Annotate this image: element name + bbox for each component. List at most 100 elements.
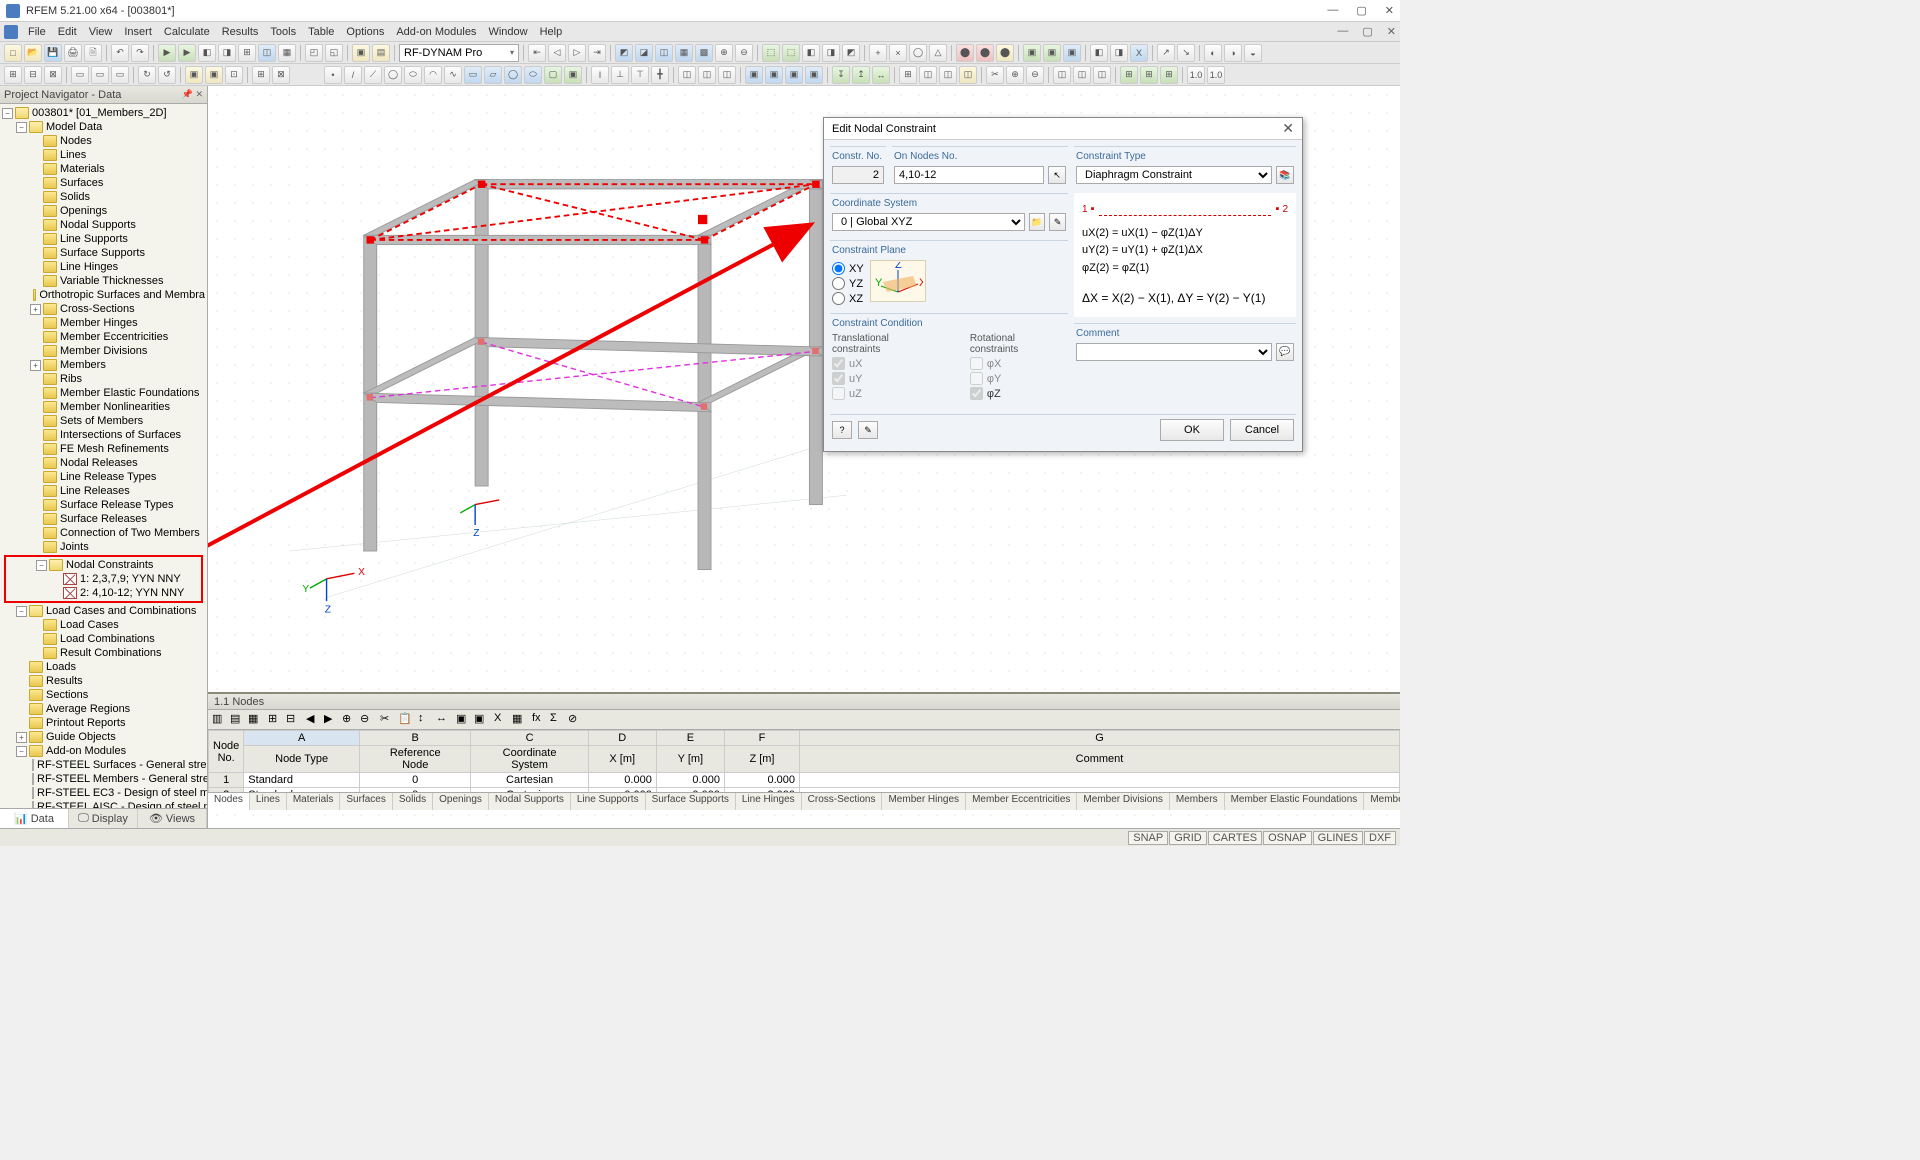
t7-icon[interactable]: ◱ xyxy=(325,44,343,62)
x9-icon[interactable]: ▱ xyxy=(484,66,502,84)
cancel-button[interactable]: Cancel xyxy=(1230,419,1294,441)
w12-icon[interactable]: ⊞ xyxy=(252,66,270,84)
table-tab-line-hinges[interactable]: Line Hinges xyxy=(736,793,802,810)
x32-icon[interactable]: ✂ xyxy=(986,66,1004,84)
x26-icon[interactable]: ↥ xyxy=(852,66,870,84)
v23-icon[interactable]: ◧ xyxy=(1090,44,1108,62)
tree-item-5[interactable]: Openings xyxy=(0,204,207,218)
comment-input[interactable] xyxy=(1076,343,1272,361)
status-osnap[interactable]: OSNAP xyxy=(1263,831,1312,845)
x8-icon[interactable]: ▭ xyxy=(464,66,482,84)
tree-nodal-constraints[interactable]: −Nodal Constraints xyxy=(6,558,201,572)
w2-icon[interactable]: ⊟ xyxy=(24,66,42,84)
table-tab-openings[interactable]: Openings xyxy=(433,793,489,810)
tree-lcc-1[interactable]: Load Combinations xyxy=(0,632,207,646)
x22-icon[interactable]: ▣ xyxy=(765,66,783,84)
calc-icon[interactable]: ▶ xyxy=(158,44,176,62)
tt10-icon[interactable]: ✂ xyxy=(380,712,396,728)
calc2-icon[interactable]: ▶ xyxy=(178,44,196,62)
menu-file[interactable]: File xyxy=(22,24,52,40)
details-icon[interactable]: ✎ xyxy=(858,421,878,439)
x17-icon[interactable]: ╋ xyxy=(651,66,669,84)
table-tab-materials[interactable]: Materials xyxy=(287,793,341,810)
tree-item-22[interactable]: FE Mesh Refinements xyxy=(0,442,207,456)
v29-icon[interactable]: ◒ xyxy=(1244,44,1262,62)
tt6-icon[interactable]: ◀ xyxy=(306,712,322,728)
pin-icon[interactable]: 📌 ✕ xyxy=(182,89,203,100)
tree-item-3[interactable]: Surfaces xyxy=(0,176,207,190)
table-tab-surfaces[interactable]: Surfaces xyxy=(340,793,392,810)
x40-icon[interactable]: ⊞ xyxy=(1160,66,1178,84)
tree-nc-1[interactable]: 1: 2,3,7,9; YYN NNY xyxy=(6,572,201,586)
v10-icon[interactable]: ◧ xyxy=(802,44,820,62)
w5-icon[interactable]: ▭ xyxy=(91,66,109,84)
new-icon[interactable]: □ xyxy=(4,44,22,62)
w9-icon[interactable]: ▣ xyxy=(185,66,203,84)
tree-item-16[interactable]: +Members xyxy=(0,358,207,372)
menu-options[interactable]: Options xyxy=(340,24,390,40)
tree-item-26[interactable]: Surface Release Types xyxy=(0,498,207,512)
tt17-icon[interactable]: fx xyxy=(532,712,548,728)
x21-icon[interactable]: ▣ xyxy=(745,66,763,84)
tree-after-5[interactable]: +Guide Objects xyxy=(0,730,207,744)
save-icon[interactable]: 💾 xyxy=(44,44,62,62)
table-tab-nodal-supports[interactable]: Nodal Supports xyxy=(489,793,571,810)
close-button[interactable]: ✕ xyxy=(1385,4,1394,17)
v15-icon[interactable]: ◯ xyxy=(909,44,927,62)
x15-icon[interactable]: ⊥ xyxy=(611,66,629,84)
menu-help[interactable]: Help xyxy=(534,24,569,40)
menu-tools[interactable]: Tools xyxy=(264,24,302,40)
maximize-button[interactable]: ▢ xyxy=(1356,4,1366,17)
t9-icon[interactable]: ▤ xyxy=(372,44,390,62)
table-tab-solids[interactable]: Solids xyxy=(393,793,433,810)
x10-icon[interactable]: ◯ xyxy=(504,66,522,84)
x19-icon[interactable]: ◫ xyxy=(698,66,716,84)
x29-icon[interactable]: ◫ xyxy=(919,66,937,84)
coord-new-icon[interactable]: 📁 xyxy=(1029,213,1046,231)
x36-icon[interactable]: ◫ xyxy=(1073,66,1091,84)
coord-sys-select[interactable]: 0 | Global XYZ xyxy=(832,213,1025,231)
v24-icon[interactable]: ◨ xyxy=(1110,44,1128,62)
nav-next-icon[interactable]: ▷ xyxy=(568,44,586,62)
t2-icon[interactable]: ◨ xyxy=(218,44,236,62)
tree-item-12[interactable]: +Cross-Sections xyxy=(0,302,207,316)
nav-prev-icon[interactable]: ◁ xyxy=(548,44,566,62)
tt7-icon[interactable]: ▶ xyxy=(324,712,340,728)
tt12-icon[interactable]: ↕ xyxy=(418,712,434,728)
table-tab-surface-supports[interactable]: Surface Supports xyxy=(646,793,736,810)
tt11-icon[interactable]: 📋 xyxy=(398,712,414,728)
minimize-button[interactable]: — xyxy=(1327,4,1338,17)
mdi-restore[interactable]: ▢ xyxy=(1362,25,1372,38)
tree-root[interactable]: −003801* [01_Members_2D] xyxy=(0,106,207,120)
v2-icon[interactable]: ◪ xyxy=(635,44,653,62)
v7-icon[interactable]: ⊖ xyxy=(735,44,753,62)
tree-lcc[interactable]: −Load Cases and Combinations xyxy=(0,604,207,618)
tree-item-28[interactable]: Connection of Two Members xyxy=(0,526,207,540)
tree-addon-3[interactable]: RF-STEEL AISC - Design of steel m xyxy=(0,800,207,808)
t8-icon[interactable]: ▣ xyxy=(352,44,370,62)
undo-icon[interactable]: ↶ xyxy=(111,44,129,62)
table-tab-members[interactable]: Members xyxy=(1170,793,1225,810)
v1-icon[interactable]: ◩ xyxy=(615,44,633,62)
t3-icon[interactable]: ⊞ xyxy=(238,44,256,62)
x12-icon[interactable]: ▢ xyxy=(544,66,562,84)
t4-icon[interactable]: ◫ xyxy=(258,44,276,62)
tt15-icon[interactable]: ▣ xyxy=(474,712,490,728)
tree-item-29[interactable]: Joints xyxy=(0,540,207,554)
comment-pick-icon[interactable]: 💬 xyxy=(1276,343,1294,361)
tree-nc-2[interactable]: 2: 4,10-12; YYN NNY xyxy=(6,586,201,600)
tree-item-11[interactable]: Orthotropic Surfaces and Membra xyxy=(0,288,207,302)
v17-icon[interactable]: ⬤ xyxy=(956,44,974,62)
tree-item-6[interactable]: Nodal Supports xyxy=(0,218,207,232)
x2-icon[interactable]: / xyxy=(344,66,362,84)
tree-after-6[interactable]: −Add-on Modules xyxy=(0,744,207,758)
x1-icon[interactable]: • xyxy=(324,66,342,84)
tree-item-19[interactable]: Member Nonlinearities xyxy=(0,400,207,414)
table-tab-member-eccentricities[interactable]: Member Eccentricities xyxy=(966,793,1077,810)
x23-icon[interactable]: ▣ xyxy=(785,66,803,84)
status-dxf[interactable]: DXF xyxy=(1364,831,1396,845)
t5-icon[interactable]: ▦ xyxy=(278,44,296,62)
x4-icon[interactable]: ◯ xyxy=(384,66,402,84)
x11-icon[interactable]: ⬭ xyxy=(524,66,542,84)
v26-icon[interactable]: ↘ xyxy=(1177,44,1195,62)
